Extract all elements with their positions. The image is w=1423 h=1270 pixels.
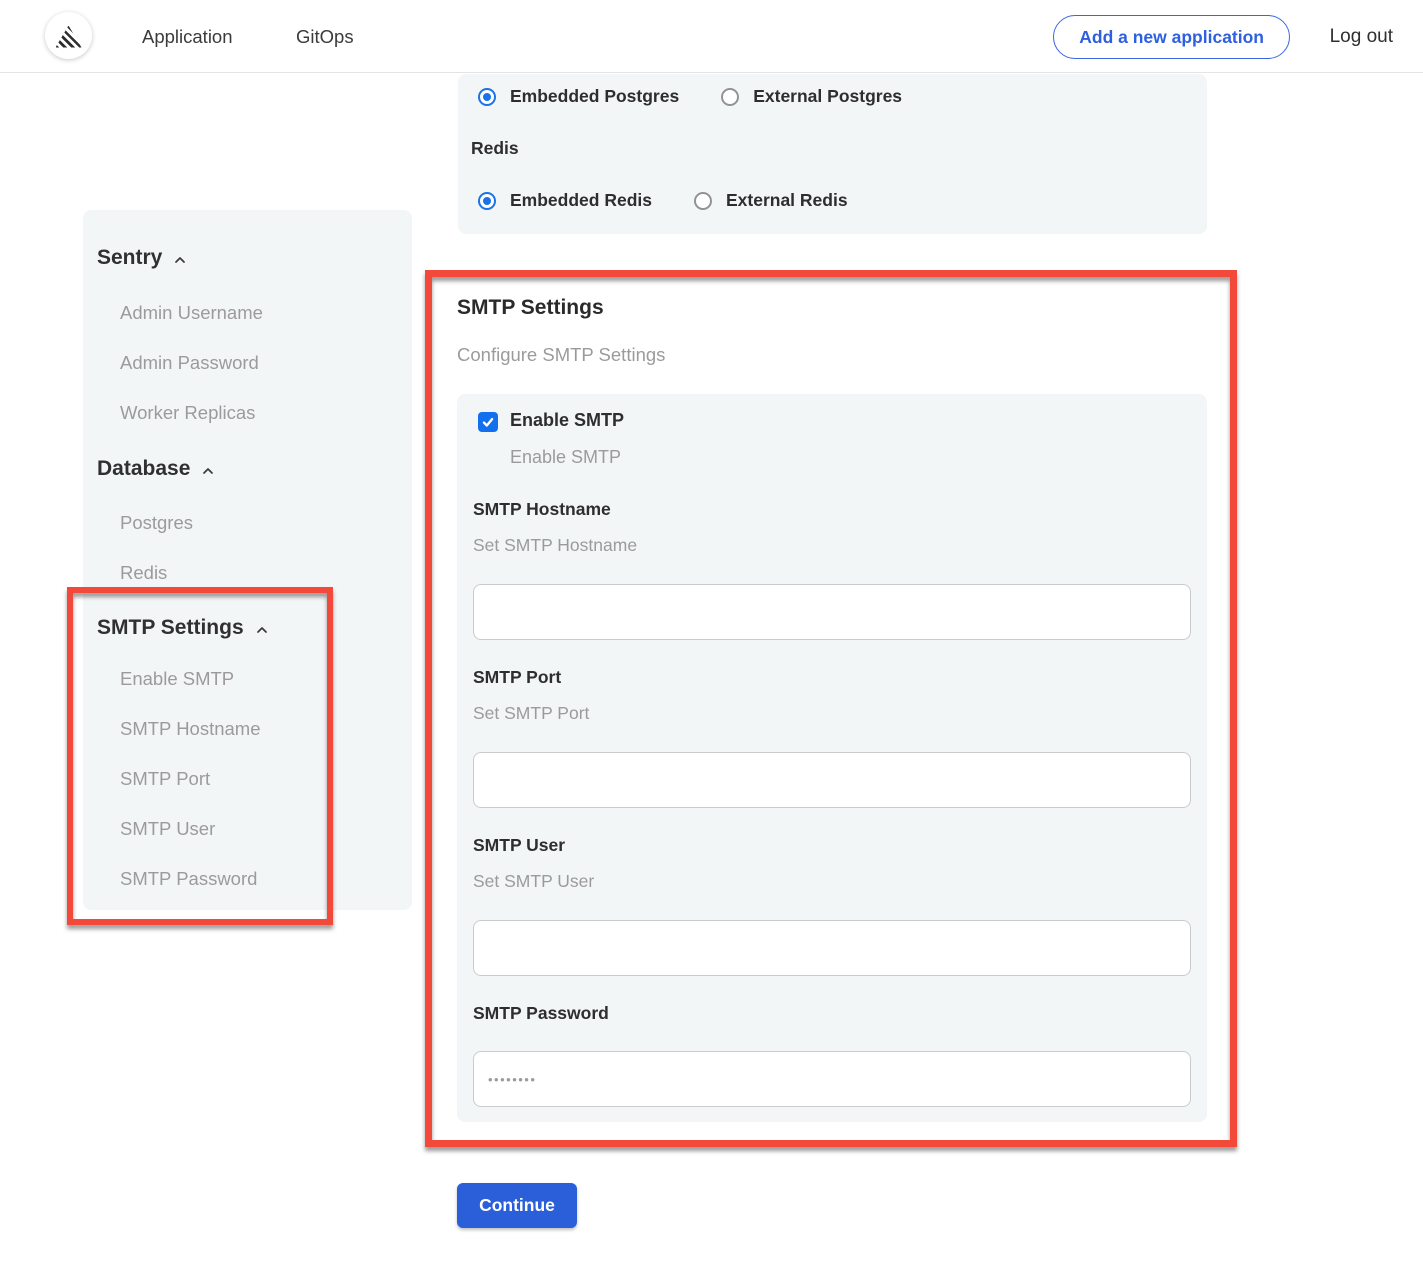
sidebar-group-database[interactable]: Database — [97, 457, 216, 481]
sidebar-item-admin-password[interactable]: Admin Password — [120, 352, 259, 374]
radio-option-embedded-postgres[interactable]: Embedded Postgres — [478, 86, 679, 107]
smtp-settings-panel: Enable SMTP Enable SMTP SMTP Hostname Se… — [457, 394, 1207, 1122]
radio-label: External Redis — [726, 190, 848, 211]
nav-tab-gitops[interactable]: GitOps — [296, 0, 354, 73]
nav-tab-application[interactable]: Application — [142, 0, 233, 73]
sidebar-group-sentry[interactable]: Sentry — [97, 246, 188, 270]
radio-option-embedded-redis[interactable]: Embedded Redis — [478, 190, 652, 211]
checkmark-icon — [481, 415, 495, 429]
smtp-port-label: SMTP Port — [473, 667, 561, 688]
config-sidebar: Sentry Admin Username Admin Password Wor… — [83, 210, 412, 910]
enable-smtp-helper: Enable SMTP — [510, 447, 621, 468]
sidebar-item-smtp-password[interactable]: SMTP Password — [120, 868, 257, 890]
redis-group-label: Redis — [471, 138, 519, 159]
enable-smtp-label: Enable SMTP — [510, 410, 624, 431]
radio-unselected-icon[interactable] — [694, 192, 712, 210]
smtp-port-input[interactable] — [473, 752, 1191, 808]
sidebar-item-enable-smtp[interactable]: Enable SMTP — [120, 668, 234, 690]
postgres-radio-group: Embedded Postgres External Postgres — [478, 86, 944, 107]
smtp-port-helper: Set SMTP Port — [473, 703, 589, 724]
sidebar-group-title: Database — [97, 457, 190, 481]
sidebar-item-postgres[interactable]: Postgres — [120, 512, 193, 534]
sidebar-group-title: Sentry — [97, 246, 162, 270]
smtp-user-helper: Set SMTP User — [473, 871, 594, 892]
smtp-password-label: SMTP Password — [473, 1003, 609, 1024]
smtp-hostname-input[interactable] — [473, 584, 1191, 640]
radio-option-external-postgres[interactable]: External Postgres — [721, 86, 902, 107]
radio-selected-icon[interactable] — [478, 192, 496, 210]
continue-button[interactable]: Continue — [457, 1183, 577, 1228]
smtp-password-input[interactable] — [473, 1051, 1191, 1107]
chevron-up-icon — [172, 252, 188, 268]
enable-smtp-checkbox[interactable] — [478, 412, 498, 432]
radio-label: Embedded Postgres — [510, 86, 679, 107]
sentry-logo-icon — [56, 26, 82, 48]
smtp-section-subtitle: Configure SMTP Settings — [457, 344, 665, 366]
sidebar-item-redis[interactable]: Redis — [120, 562, 167, 584]
radio-label: External Postgres — [753, 86, 902, 107]
add-application-button[interactable]: Add a new application — [1053, 15, 1290, 59]
smtp-section-title: SMTP Settings — [457, 296, 604, 320]
sidebar-item-smtp-user[interactable]: SMTP User — [120, 818, 215, 840]
database-config-panel: Embedded Postgres External Postgres Redi… — [458, 74, 1207, 234]
sidebar-item-smtp-port[interactable]: SMTP Port — [120, 768, 210, 790]
smtp-hostname-helper: Set SMTP Hostname — [473, 535, 637, 556]
smtp-user-input[interactable] — [473, 920, 1191, 976]
redis-radio-group: Embedded Redis External Redis — [478, 190, 890, 211]
sidebar-item-smtp-hostname[interactable]: SMTP Hostname — [120, 718, 261, 740]
sidebar-group-title: SMTP Settings — [97, 616, 244, 640]
config-page: Application GitOps Add a new application… — [0, 0, 1423, 1270]
logout-link[interactable]: Log out — [1330, 0, 1393, 73]
smtp-user-label: SMTP User — [473, 835, 565, 856]
smtp-hostname-label: SMTP Hostname — [473, 499, 611, 520]
top-navbar: Application GitOps Add a new application… — [0, 0, 1423, 73]
sidebar-item-admin-username[interactable]: Admin Username — [120, 302, 263, 324]
radio-label: Embedded Redis — [510, 190, 652, 211]
chevron-up-icon — [200, 463, 216, 479]
radio-selected-icon[interactable] — [478, 88, 496, 106]
chevron-up-icon — [254, 622, 270, 638]
sidebar-item-worker-replicas[interactable]: Worker Replicas — [120, 402, 255, 424]
radio-option-external-redis[interactable]: External Redis — [694, 190, 848, 211]
app-logo[interactable] — [45, 12, 92, 59]
sidebar-group-smtp-settings[interactable]: SMTP Settings — [97, 616, 270, 640]
radio-unselected-icon[interactable] — [721, 88, 739, 106]
